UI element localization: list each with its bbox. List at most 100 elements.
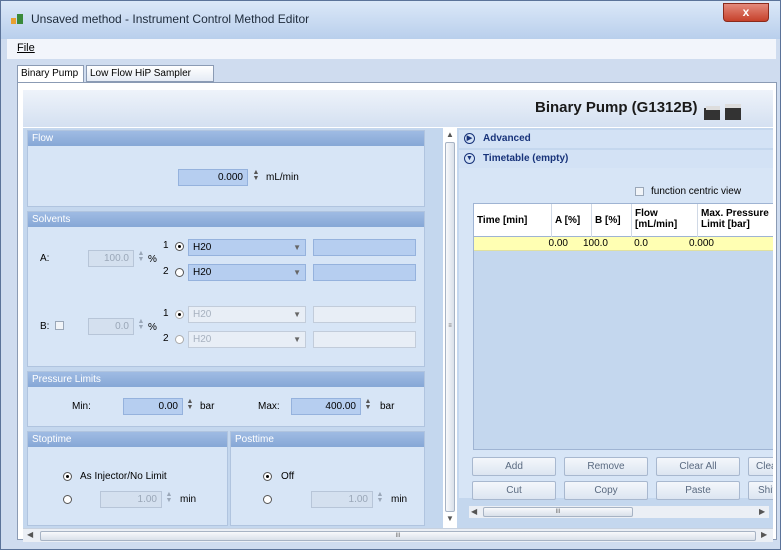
timetable-expander[interactable]: ▼ Timetable (empty): [459, 150, 773, 168]
posttime-value-radio[interactable]: [263, 495, 272, 504]
solvent-a-label: A:: [40, 253, 50, 264]
solvent-b1-value: H20: [193, 309, 212, 320]
col-time[interactable]: Time [min]: [474, 204, 552, 237]
cell-max-pressure[interactable]: [718, 237, 773, 251]
scroll-right-icon[interactable]: ▶: [761, 530, 767, 539]
solvents-section: Solvents A: 100.0 ▲ ▼ % 1 H20 ▼ 2 H20 ▼ B: …: [27, 211, 425, 367]
pressure-min-input[interactable]: 0.00: [123, 398, 183, 415]
tab-binary-pump[interactable]: Binary Pump: [17, 65, 84, 83]
solvent-b1-select: H20 ▼: [188, 306, 306, 323]
main-hscroll-thumb[interactable]: III: [40, 531, 756, 541]
solvent-a2-select[interactable]: H20 ▼: [188, 264, 306, 281]
cell-time[interactable]: 0.00: [474, 237, 572, 251]
right-hscroll-thumb[interactable]: III: [483, 507, 633, 517]
pressure-max-unit: bar: [380, 401, 395, 412]
module-header: Binary Pump (G1312B): [23, 90, 773, 127]
add-button[interactable]: Add: [472, 457, 556, 476]
scroll-down-icon[interactable]: ▼: [446, 514, 454, 523]
right-panel: ▶ Advanced ▼ Timetable (empty) function …: [457, 128, 773, 528]
grid-header: Time [min] A [%] B [%] Flow [mL/min] Max…: [474, 204, 773, 237]
flow-section-header: Flow: [28, 131, 424, 146]
col-max-pressure[interactable]: Max. Pressure Limit [bar]: [698, 204, 773, 237]
stoptime-spinner-icon: ▲ ▼: [165, 491, 173, 504]
scroll-right-icon[interactable]: ▶: [759, 507, 765, 516]
flow-unit: mL/min: [266, 172, 299, 183]
menu-bar: File: [7, 39, 776, 59]
solvent-a2-radio[interactable]: [175, 268, 184, 277]
solvent-b-percent: 0.0: [88, 318, 134, 335]
expand-arrow-icon: ▶: [464, 133, 475, 144]
col-flow[interactable]: Flow [mL/min]: [632, 204, 698, 237]
solvent-b2-value: H20: [193, 334, 212, 345]
flow-spinner-icon[interactable]: ▲ ▼: [252, 169, 260, 182]
stoptime-section-header: Stoptime: [28, 432, 227, 447]
scroll-left-icon[interactable]: ◀: [471, 507, 477, 516]
solvent-a2-number: 2: [163, 266, 169, 277]
clear-all-button[interactable]: Clear All: [656, 457, 740, 476]
stoptime-section: Stoptime As Injector/No Limit 1.00 ▲ ▼ mi…: [27, 431, 228, 526]
timetable-label: Timetable (empty): [483, 153, 569, 164]
chevron-down-icon: ▼: [293, 268, 301, 277]
cell-flow[interactable]: 0.000: [652, 237, 718, 251]
timetable-grid[interactable]: Time [min] A [%] B [%] Flow [mL/min] Max…: [473, 203, 773, 450]
stoptime-no-limit-radio[interactable]: [63, 472, 72, 481]
title-bar[interactable]: Unsaved method - Instrument Control Meth…: [1, 1, 780, 39]
table-row[interactable]: 0.00 100.0 0.0 0.000: [474, 237, 773, 251]
pressure-section: Pressure Limits Min: 0.00 ▲ ▼ bar Max: 40…: [27, 371, 425, 427]
solvents-section-header: Solvents: [28, 212, 424, 227]
close-button[interactable]: x: [723, 3, 769, 22]
vertical-scroll-thumb[interactable]: ≡: [445, 142, 455, 512]
menu-file[interactable]: File: [17, 42, 35, 54]
stoptime-unit: min: [180, 494, 197, 505]
clear-button[interactable]: Clear: [748, 457, 773, 476]
flow-section: Flow 0.000 ▲ ▼ mL/min: [27, 130, 425, 207]
pressure-max-input[interactable]: 400.00: [291, 398, 361, 415]
remove-button[interactable]: Remove: [564, 457, 648, 476]
pressure-max-spinner-icon[interactable]: ▲ ▼: [364, 398, 372, 411]
solvent-a1-number: 1: [163, 240, 169, 251]
solvent-a2-name[interactable]: [313, 264, 416, 281]
stoptime-no-limit-label: As Injector/No Limit: [80, 471, 167, 482]
posttime-off-radio[interactable]: [263, 472, 272, 481]
solvent-a2-value: H20: [193, 267, 212, 278]
pressure-min-spinner-icon[interactable]: ▲ ▼: [186, 398, 194, 411]
solvent-b2-number: 2: [163, 333, 169, 344]
tab-content: Binary Pump (G1312B) Flow 0.000 ▲ ▼ mL/mi…: [17, 82, 777, 542]
solvent-b-checkbox[interactable]: [55, 321, 64, 330]
function-centric-checkbox[interactable]: [635, 187, 644, 196]
paste-button[interactable]: Paste: [656, 481, 740, 500]
shift-button[interactable]: Shift: [748, 481, 773, 500]
posttime-input: 1.00: [311, 491, 373, 508]
module-title: Binary Pump (G1312B): [535, 99, 698, 116]
advanced-expander[interactable]: ▶ Advanced: [459, 130, 773, 148]
cut-button[interactable]: Cut: [472, 481, 556, 500]
solvent-b1-name: [313, 306, 416, 323]
scroll-up-icon[interactable]: ▲: [446, 130, 454, 139]
posttime-section-header: Posttime: [231, 432, 424, 447]
solvent-b2-radio: [175, 335, 184, 344]
left-vertical-scrollbar[interactable]: ▲ ≡ ▼: [443, 128, 457, 528]
copy-button[interactable]: Copy: [564, 481, 648, 500]
collapse-arrow-icon: ▼: [464, 153, 475, 164]
solvent-a-percent: 100.0: [88, 250, 134, 267]
main-horizontal-scrollbar[interactable]: ◀ III ▶: [23, 528, 773, 542]
posttime-off-label: Off: [281, 471, 295, 482]
posttime-spinner-icon: ▲ ▼: [376, 491, 384, 504]
window-title: Unsaved method - Instrument Control Meth…: [31, 12, 310, 26]
col-b[interactable]: B [%]: [592, 204, 632, 237]
stoptime-value-radio[interactable]: [63, 495, 72, 504]
flow-input[interactable]: 0.000: [178, 169, 248, 186]
solvent-a-pct: %: [148, 254, 157, 265]
solvent-a1-name[interactable]: [313, 239, 416, 256]
scroll-left-icon[interactable]: ◀: [27, 530, 33, 539]
solvent-a1-value: H20: [193, 242, 212, 253]
cell-a[interactable]: 100.0: [572, 237, 612, 251]
solvent-a1-select[interactable]: H20 ▼: [188, 239, 306, 256]
right-horizontal-scrollbar[interactable]: ◀ III ▶: [469, 506, 769, 518]
col-a[interactable]: A [%]: [552, 204, 592, 237]
pressure-section-header: Pressure Limits: [28, 372, 424, 387]
solvent-a1-radio[interactable]: [175, 242, 184, 251]
cell-b[interactable]: 0.0: [612, 237, 652, 251]
tab-low-flow-hip-sampler[interactable]: Low Flow HiP Sampler: [86, 65, 214, 82]
advanced-label: Advanced: [483, 133, 531, 144]
